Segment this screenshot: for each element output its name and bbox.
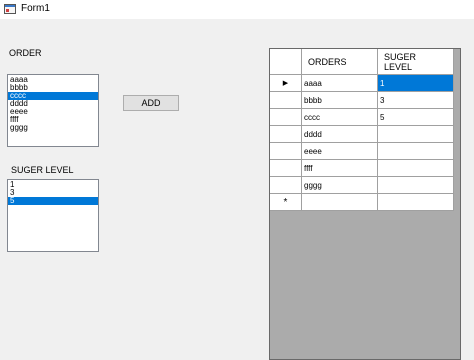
- orders-cell[interactable]: dddd: [302, 126, 378, 143]
- grid-row: bbbb 3: [270, 92, 454, 109]
- grid-row: gggg: [270, 177, 454, 194]
- sugar-level-listbox[interactable]: 135: [7, 179, 99, 252]
- window-title: Form1: [21, 3, 50, 14]
- sugar-level-list-item[interactable]: 5: [8, 197, 98, 205]
- row-header[interactable]: [270, 109, 302, 126]
- row-header[interactable]: [270, 92, 302, 109]
- row-header[interactable]: [270, 143, 302, 160]
- sugar-level-column-header[interactable]: SUGER LEVEL: [378, 49, 454, 75]
- orders-cell[interactable]: cccc: [302, 109, 378, 126]
- order-label: ORDER: [9, 48, 42, 58]
- orders-cell[interactable]: ffff: [302, 160, 378, 177]
- orders-column-header[interactable]: ORDERS: [302, 49, 378, 75]
- grid-row: ffff: [270, 160, 454, 177]
- sugar-level-list-item[interactable]: 1: [8, 181, 98, 189]
- sugar-level-cell[interactable]: 1: [378, 75, 454, 92]
- row-header[interactable]: [270, 126, 302, 143]
- current-row-arrow-icon: ▶: [282, 80, 289, 87]
- row-header[interactable]: [270, 160, 302, 177]
- sugar-level-list-item[interactable]: 3: [8, 189, 98, 197]
- orders-cell[interactable]: eeee: [302, 143, 378, 160]
- sugar-level-cell[interactable]: [378, 194, 454, 211]
- order-list-item[interactable]: eeee: [8, 108, 98, 116]
- add-button[interactable]: ADD: [123, 95, 179, 111]
- row-header[interactable]: *: [270, 194, 302, 211]
- sugar-level-cell[interactable]: [378, 143, 454, 160]
- grid-rows: ORDERS SUGER LEVEL ▶ aaaa 1 bbbb 3 cccc 5 dddd e…: [270, 49, 454, 211]
- sugar-level-cell[interactable]: 3: [378, 92, 454, 109]
- order-list-item[interactable]: gggg: [8, 124, 98, 132]
- grid-row: cccc 5: [270, 109, 454, 126]
- orders-data-grid[interactable]: ORDERS SUGER LEVEL ▶ aaaa 1 bbbb 3 cccc 5 dddd e…: [269, 48, 461, 360]
- orders-cell[interactable]: [302, 194, 378, 211]
- orders-listbox[interactable]: aaaa bbbb cccc dddd eeee ffff gggg: [7, 74, 99, 147]
- row-header[interactable]: [270, 177, 302, 194]
- grid-row: *: [270, 194, 454, 211]
- sugar-level-label: SUGER LEVEL: [11, 165, 74, 175]
- orders-cell[interactable]: bbbb: [302, 92, 378, 109]
- form-client-area: ORDER aaaa bbbb cccc dddd eeee ffff gggg ADD S…: [0, 19, 474, 360]
- sugar-level-cell[interactable]: [378, 160, 454, 177]
- grid-row: ▶ aaaa 1: [270, 75, 454, 92]
- orders-cell[interactable]: gggg: [302, 177, 378, 194]
- sugar-level-cell[interactable]: [378, 126, 454, 143]
- grid-row: dddd: [270, 126, 454, 143]
- app-icon: [4, 4, 16, 14]
- title-bar: Form1: [0, 0, 474, 19]
- grid-corner-header[interactable]: [270, 49, 302, 75]
- row-header[interactable]: ▶: [270, 75, 302, 92]
- sugar-level-column-header-text: SUGER LEVEL: [384, 51, 417, 72]
- new-row-asterisk-icon: *: [283, 196, 288, 208]
- grid-row: eeee: [270, 143, 454, 160]
- sugar-level-cell[interactable]: [378, 177, 454, 194]
- sugar-level-cell[interactable]: 5: [378, 109, 454, 126]
- orders-column-header-text: ORDERS: [308, 56, 347, 67]
- orders-cell[interactable]: aaaa: [302, 75, 378, 92]
- grid-header-row: ORDERS SUGER LEVEL: [270, 49, 454, 75]
